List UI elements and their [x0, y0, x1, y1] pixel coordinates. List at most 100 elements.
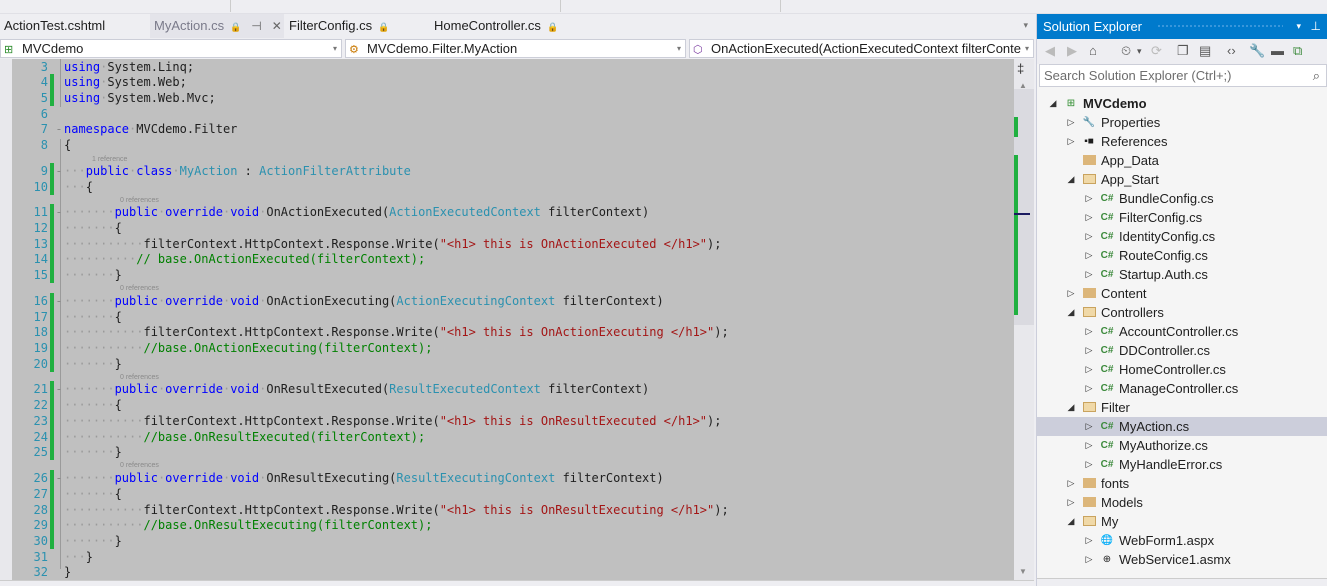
member-dropdown[interactable]: ⬡ OnActionExecuted(ActionExecutedContext …: [689, 39, 1034, 58]
codelens-references[interactable]: 0 references: [120, 462, 159, 470]
expand-arrow-icon[interactable]: ▷: [1083, 265, 1095, 284]
back-icon[interactable]: ◀: [1045, 43, 1055, 59]
tree-item-myaction-cs[interactable]: ▷ C# MyAction.cs: [1037, 417, 1327, 436]
tree-item-app-data[interactable]: App_Data: [1037, 151, 1327, 170]
tab-actiontest[interactable]: ActionTest.cshtml: [0, 14, 150, 38]
tree-item-routeconfig-cs[interactable]: ▷ C# RouteConfig.cs: [1037, 246, 1327, 265]
tab-filterconfig[interactable]: FilterConfig.cs 🔒: [285, 14, 425, 38]
editor-vertical-scrollbar[interactable]: ‡ ▲ ▼: [1014, 59, 1034, 580]
home-icon[interactable]: ⌂: [1089, 43, 1097, 58]
tree-item-managecontroller-cs[interactable]: ▷ C# ManageController.cs: [1037, 379, 1327, 398]
search-icon[interactable]: ⌕: [1313, 65, 1320, 86]
fold-toggle[interactable]: -: [54, 121, 64, 137]
toolbar-separator: [780, 0, 781, 12]
split-window-icon[interactable]: ‡: [1017, 61, 1024, 76]
expand-arrow-icon[interactable]: ▷: [1083, 436, 1095, 455]
collapse-arrow-icon[interactable]: ◢: [1047, 94, 1059, 113]
expand-arrow-icon[interactable]: ▷: [1083, 208, 1095, 227]
search-solution-explorer-input[interactable]: Search Solution Explorer (Ctrl+;) ⌕: [1039, 64, 1327, 87]
tree-item-properties[interactable]: ▷ 🔧 Properties: [1037, 113, 1327, 132]
csharp-file-icon: C#: [1100, 326, 1114, 337]
tree-item-ddcontroller-cs[interactable]: ▷ C# DDController.cs: [1037, 341, 1327, 360]
close-icon[interactable]: ✕: [272, 19, 282, 33]
tree-item-filterconfig-cs[interactable]: ▷ C# FilterConfig.cs: [1037, 208, 1327, 227]
tree-item-content[interactable]: ▷ Content: [1037, 284, 1327, 303]
expand-arrow-icon[interactable]: ▷: [1065, 284, 1077, 303]
line-number: 3: [40, 60, 48, 74]
chevron-down-icon[interactable]: ▾: [1296, 14, 1301, 39]
token: {: [114, 310, 122, 324]
expand-arrow-icon[interactable]: ▷: [1083, 360, 1095, 379]
token: :: [237, 164, 260, 178]
tree-item-myauthorize-cs[interactable]: ▷ C# MyAuthorize.cs: [1037, 436, 1327, 455]
tree-item-references[interactable]: ▷ ▪■ References: [1037, 132, 1327, 151]
token: "<h1> this is OnResultExecuting </h1>": [439, 503, 715, 517]
collapse-all-icon[interactable]: ❐: [1177, 43, 1189, 59]
expand-arrow-icon[interactable]: ▷: [1065, 132, 1077, 151]
properties-icon[interactable]: 🔧: [1249, 43, 1265, 59]
expand-arrow-icon[interactable]: ▷: [1083, 379, 1095, 398]
code-editor[interactable]: 3 using·System.Linq; 4 using·System.Web;…: [0, 59, 1014, 580]
pin-icon[interactable]: ⊥: [1311, 14, 1321, 39]
collapse-arrow-icon[interactable]: ◢: [1065, 170, 1077, 189]
tree-item-webservice1-asmx[interactable]: ▷ ⊕ WebService1.asmx: [1037, 550, 1327, 569]
expand-arrow-icon[interactable]: ▷: [1083, 246, 1095, 265]
collapse-arrow-icon[interactable]: ◢: [1065, 512, 1077, 531]
pending-changes-filter-icon[interactable]: ⏲: [1121, 43, 1131, 59]
pin-icon[interactable]: ⊣: [251, 19, 261, 33]
class-diagram-icon[interactable]: ⧉: [1293, 43, 1302, 59]
tree-item-models[interactable]: ▷ Models: [1037, 493, 1327, 512]
expand-arrow-icon[interactable]: ▷: [1083, 455, 1095, 474]
tab-label: ActionTest.cshtml: [4, 18, 106, 33]
tree-item-app-start[interactable]: ◢ App_Start: [1037, 170, 1327, 189]
project-dropdown[interactable]: ⊞ MVCdemo ▾: [0, 39, 342, 58]
expand-arrow-icon[interactable]: ▷: [1083, 227, 1095, 246]
chevron-down-icon: ▾: [332, 44, 337, 53]
expand-arrow-icon[interactable]: ▷: [1065, 474, 1077, 493]
expand-arrow-icon[interactable]: ▷: [1065, 493, 1077, 512]
expand-arrow-icon[interactable]: ▷: [1065, 113, 1077, 132]
expand-arrow-icon[interactable]: ▷: [1083, 322, 1095, 341]
csharp-file-icon: C#: [1100, 345, 1114, 356]
codelens-references[interactable]: 0 references: [120, 285, 159, 293]
expand-arrow-icon[interactable]: ▷: [1083, 417, 1095, 436]
preview-icon[interactable]: ▬: [1271, 43, 1284, 58]
tree-item-accountcontroller-cs[interactable]: ▷ C# AccountController.cs: [1037, 322, 1327, 341]
type-dropdown[interactable]: ⚙ MVCdemo.Filter.MyAction ▾: [345, 39, 686, 58]
show-all-files-icon[interactable]: ▤: [1199, 43, 1211, 59]
expand-arrow-icon[interactable]: ▷: [1083, 189, 1095, 208]
fold-toggle[interactable]: -: [54, 293, 64, 309]
collapse-arrow-icon[interactable]: ◢: [1065, 398, 1077, 417]
expand-arrow-icon[interactable]: ▷: [1083, 550, 1095, 569]
fold-toggle[interactable]: -: [54, 470, 64, 486]
tree-item-fonts[interactable]: ▷ fonts: [1037, 474, 1327, 493]
tree-item-bundleconfig-cs[interactable]: ▷ C# BundleConfig.cs: [1037, 189, 1327, 208]
token: using: [64, 91, 101, 105]
tree-item-myhandleerror-cs[interactable]: ▷ C# MyHandleError.cs: [1037, 455, 1327, 474]
tree-item-filter[interactable]: ◢ Filter: [1037, 398, 1327, 417]
tree-item-webform1-aspx[interactable]: ▷ 🌐 WebForm1.aspx: [1037, 531, 1327, 550]
tab-homecontroller[interactable]: HomeController.cs 🔒: [430, 14, 580, 38]
expand-arrow-icon[interactable]: ▷: [1083, 531, 1095, 550]
fold-toggle[interactable]: -: [54, 163, 64, 179]
tree-item-controllers[interactable]: ◢ Controllers: [1037, 303, 1327, 322]
tree-item-startup-auth-cs[interactable]: ▷ C# Startup.Auth.cs: [1037, 265, 1327, 284]
tabs-overflow-dropdown-icon[interactable]: ▾: [1023, 20, 1028, 31]
scrollbar-track[interactable]: [1014, 89, 1034, 325]
collapse-arrow-icon[interactable]: ◢: [1065, 303, 1077, 322]
tree-item-identityconfig-cs[interactable]: ▷ C# IdentityConfig.cs: [1037, 227, 1327, 246]
line-number: 6: [40, 107, 48, 121]
forward-icon[interactable]: ▶: [1067, 43, 1077, 59]
tree-item-mvcdemo[interactable]: ◢ ⊞ MVCdemo: [1037, 94, 1327, 113]
view-code-icon[interactable]: ‹›: [1227, 43, 1236, 58]
fold-toggle[interactable]: -: [54, 381, 64, 397]
tree-item-homecontroller-cs[interactable]: ▷ C# HomeController.cs: [1037, 360, 1327, 379]
chevron-down-icon[interactable]: ▾: [1137, 46, 1142, 57]
fold-toggle[interactable]: -: [54, 204, 64, 220]
line-number: 12: [33, 221, 48, 235]
tab-myaction[interactable]: MyAction.cs 🔒 ⊣ ✕: [150, 14, 284, 38]
expand-arrow-icon[interactable]: ▷: [1083, 341, 1095, 360]
tree-item-my[interactable]: ◢ My: [1037, 512, 1327, 531]
sync-icon[interactable]: ⟳: [1151, 43, 1162, 59]
scroll-down-icon[interactable]: ▼: [1019, 567, 1027, 576]
